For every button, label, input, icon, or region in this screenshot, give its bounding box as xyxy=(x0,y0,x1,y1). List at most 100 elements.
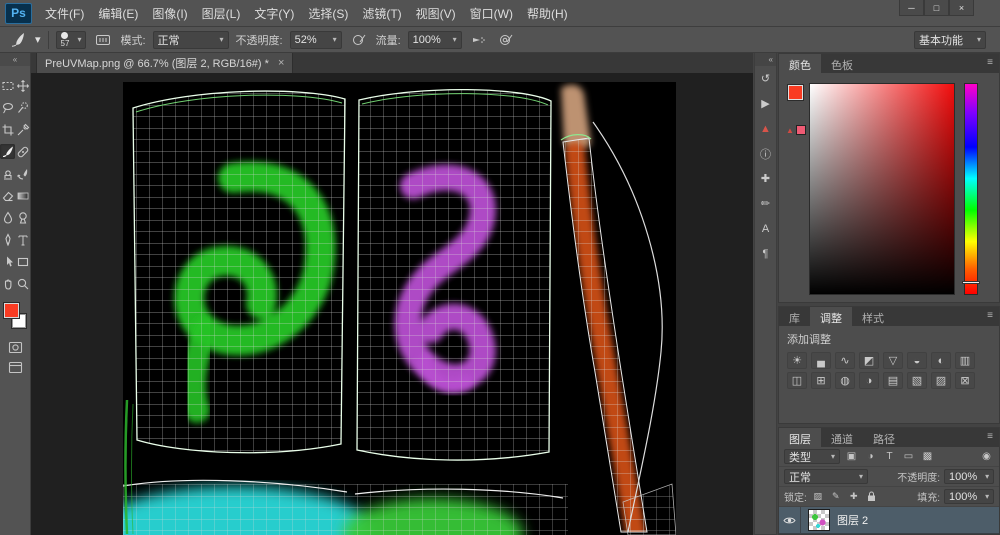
menu-help[interactable]: 帮助(H) xyxy=(520,1,575,26)
tool-hand[interactable] xyxy=(0,276,15,291)
screen-mode-button[interactable] xyxy=(6,359,24,375)
tool-move[interactable] xyxy=(15,78,30,93)
filter-type-icon[interactable]: T xyxy=(882,450,897,464)
fill-select[interactable]: 100% ▾ xyxy=(944,489,994,504)
posterize-icon[interactable]: ▤ xyxy=(883,372,903,389)
selective-color-icon[interactable]: ⊠ xyxy=(955,372,975,389)
lock-transparent-icon[interactable]: ▨ xyxy=(811,490,825,504)
workspace-switcher-button[interactable]: 基本功能 ▾ xyxy=(914,30,986,49)
lock-position-icon[interactable]: ✚ xyxy=(847,490,861,504)
tab-styles[interactable]: 样式 xyxy=(852,307,894,326)
panel-menu-icon[interactable]: ≡ xyxy=(981,54,999,73)
tool-pen[interactable] xyxy=(0,232,15,247)
exposure-icon[interactable]: ◩ xyxy=(859,352,879,369)
tab-layers[interactable]: 图层 xyxy=(779,428,821,447)
tool-rectangle-shape[interactable] xyxy=(15,254,30,269)
vibrance-icon[interactable]: ▽ xyxy=(883,352,903,369)
menu-image[interactable]: 图像(I) xyxy=(145,1,194,26)
airbrush-icon[interactable] xyxy=(469,30,489,50)
panel-menu-icon[interactable]: ≡ xyxy=(981,307,999,326)
canvas-viewport[interactable] xyxy=(31,73,753,535)
tab-color[interactable]: 颜色 xyxy=(779,54,821,73)
tab-swatches[interactable]: 色板 xyxy=(821,54,863,73)
gradient-map-icon[interactable]: ▨ xyxy=(931,372,951,389)
tool-crop[interactable] xyxy=(0,122,15,137)
hue-slider[interactable] xyxy=(964,83,978,295)
menu-window[interactable]: 窗口(W) xyxy=(463,1,520,26)
collapse-tools-button[interactable]: « xyxy=(0,53,30,66)
channel-mixer-icon[interactable]: ⊞ xyxy=(811,372,831,389)
layer-thumbnail[interactable] xyxy=(808,509,830,531)
opacity-select[interactable]: 52% ▾ xyxy=(289,30,342,49)
flow-select[interactable]: 100% ▾ xyxy=(407,30,462,49)
toggle-brush-panel-icon[interactable] xyxy=(93,30,113,50)
tab-channels[interactable]: 通道 xyxy=(821,428,863,447)
filter-adjustment-icon[interactable]: ◑ xyxy=(863,450,878,464)
brush-settings-panel-icon[interactable]: ✏ xyxy=(755,191,776,216)
foreground-color-swatch[interactable] xyxy=(788,85,803,100)
tool-path-selection[interactable] xyxy=(0,254,15,269)
layer-visibility-toggle[interactable] xyxy=(779,506,801,534)
lock-all-icon[interactable] xyxy=(865,490,879,504)
tool-eyedropper[interactable] xyxy=(15,122,30,137)
saturation-brightness-picker[interactable] xyxy=(809,83,955,295)
brush-preset-picker[interactable]: 57 ▾ xyxy=(55,30,87,49)
menu-layer[interactable]: 图层(L) xyxy=(195,1,248,26)
filter-toggle-icon[interactable]: ◉ xyxy=(979,450,994,464)
panel-menu-icon[interactable]: ≡ xyxy=(981,428,999,447)
tool-blur[interactable] xyxy=(0,210,15,225)
document-tab[interactable]: PreUVMap.png @ 66.7% (图层 2, RGB/16#) * × xyxy=(36,53,294,73)
actions-panel-icon[interactable]: ▶ xyxy=(755,91,776,116)
lock-paint-icon[interactable]: ✎ xyxy=(829,490,843,504)
tool-rectangular-marquee[interactable] xyxy=(0,78,15,93)
threshold-icon[interactable]: ▧ xyxy=(907,372,927,389)
pressure-opacity-icon[interactable] xyxy=(349,30,369,50)
quick-mask-button[interactable] xyxy=(6,339,24,355)
tab-libraries[interactable]: 库 xyxy=(779,307,810,326)
menu-view[interactable]: 视图(V) xyxy=(409,1,463,26)
color-balance-icon[interactable]: ◐ xyxy=(931,352,951,369)
filter-shape-icon[interactable]: ▭ xyxy=(901,450,916,464)
tool-dodge[interactable] xyxy=(15,210,30,225)
tool-healing-brush[interactable] xyxy=(15,144,30,159)
tool-gradient[interactable] xyxy=(15,188,30,203)
black-white-icon[interactable]: ▥ xyxy=(955,352,975,369)
invert-icon[interactable]: ◑ xyxy=(859,372,879,389)
tool-clone-stamp[interactable] xyxy=(0,166,15,181)
filter-smart-object-icon[interactable]: ▩ xyxy=(920,450,935,464)
menu-type[interactable]: 文字(Y) xyxy=(247,1,301,26)
color-lookup-icon[interactable]: ◍ xyxy=(835,372,855,389)
tool-quick-selection[interactable] xyxy=(15,100,30,115)
canvas-image[interactable] xyxy=(122,82,677,535)
hue-slider-marker[interactable] xyxy=(962,281,980,284)
menu-select[interactable]: 选择(S) xyxy=(301,1,355,26)
photo-filter-icon[interactable]: ◫ xyxy=(787,372,807,389)
restore-button[interactable]: □ xyxy=(924,0,949,16)
blend-mode-select[interactable]: 正常 ▾ xyxy=(784,469,868,484)
levels-icon[interactable]: ▄ xyxy=(811,352,831,369)
layer-opacity-select[interactable]: 100% ▾ xyxy=(944,469,994,484)
tab-paths[interactable]: 路径 xyxy=(863,428,905,447)
close-tab-icon[interactable]: × xyxy=(278,57,284,69)
color-sampler-panel-icon[interactable]: ▲ xyxy=(755,116,776,141)
foreground-color-swatch[interactable] xyxy=(4,303,19,318)
menu-edit[interactable]: 编辑(E) xyxy=(91,1,145,26)
history-panel-icon[interactable]: ↺ xyxy=(755,66,776,91)
curves-icon[interactable]: ∿ xyxy=(835,352,855,369)
mode-select[interactable]: 正常 ▾ xyxy=(152,30,229,49)
tool-zoom[interactable] xyxy=(15,276,30,291)
minimize-button[interactable]: ─ xyxy=(899,0,924,16)
gamut-warning-icon[interactable]: ▲ xyxy=(786,125,806,135)
expand-panels-button[interactable]: « xyxy=(755,53,776,66)
tool-brush[interactable] xyxy=(0,144,15,159)
tool-eraser[interactable] xyxy=(0,188,15,203)
close-button[interactable]: × xyxy=(949,0,974,16)
tab-adjustments[interactable]: 调整 xyxy=(810,307,852,326)
brightness-contrast-icon[interactable]: ☀ xyxy=(787,352,807,369)
layer-filter-select[interactable]: 类型 ▾ xyxy=(784,449,840,464)
navigator-panel-icon[interactable]: ✚ xyxy=(755,166,776,191)
tool-type[interactable] xyxy=(15,232,30,247)
layer-row-selected[interactable]: 图层 2 xyxy=(779,506,999,534)
tool-history-brush[interactable] xyxy=(15,166,30,181)
menu-file[interactable]: 文件(F) xyxy=(38,1,91,26)
